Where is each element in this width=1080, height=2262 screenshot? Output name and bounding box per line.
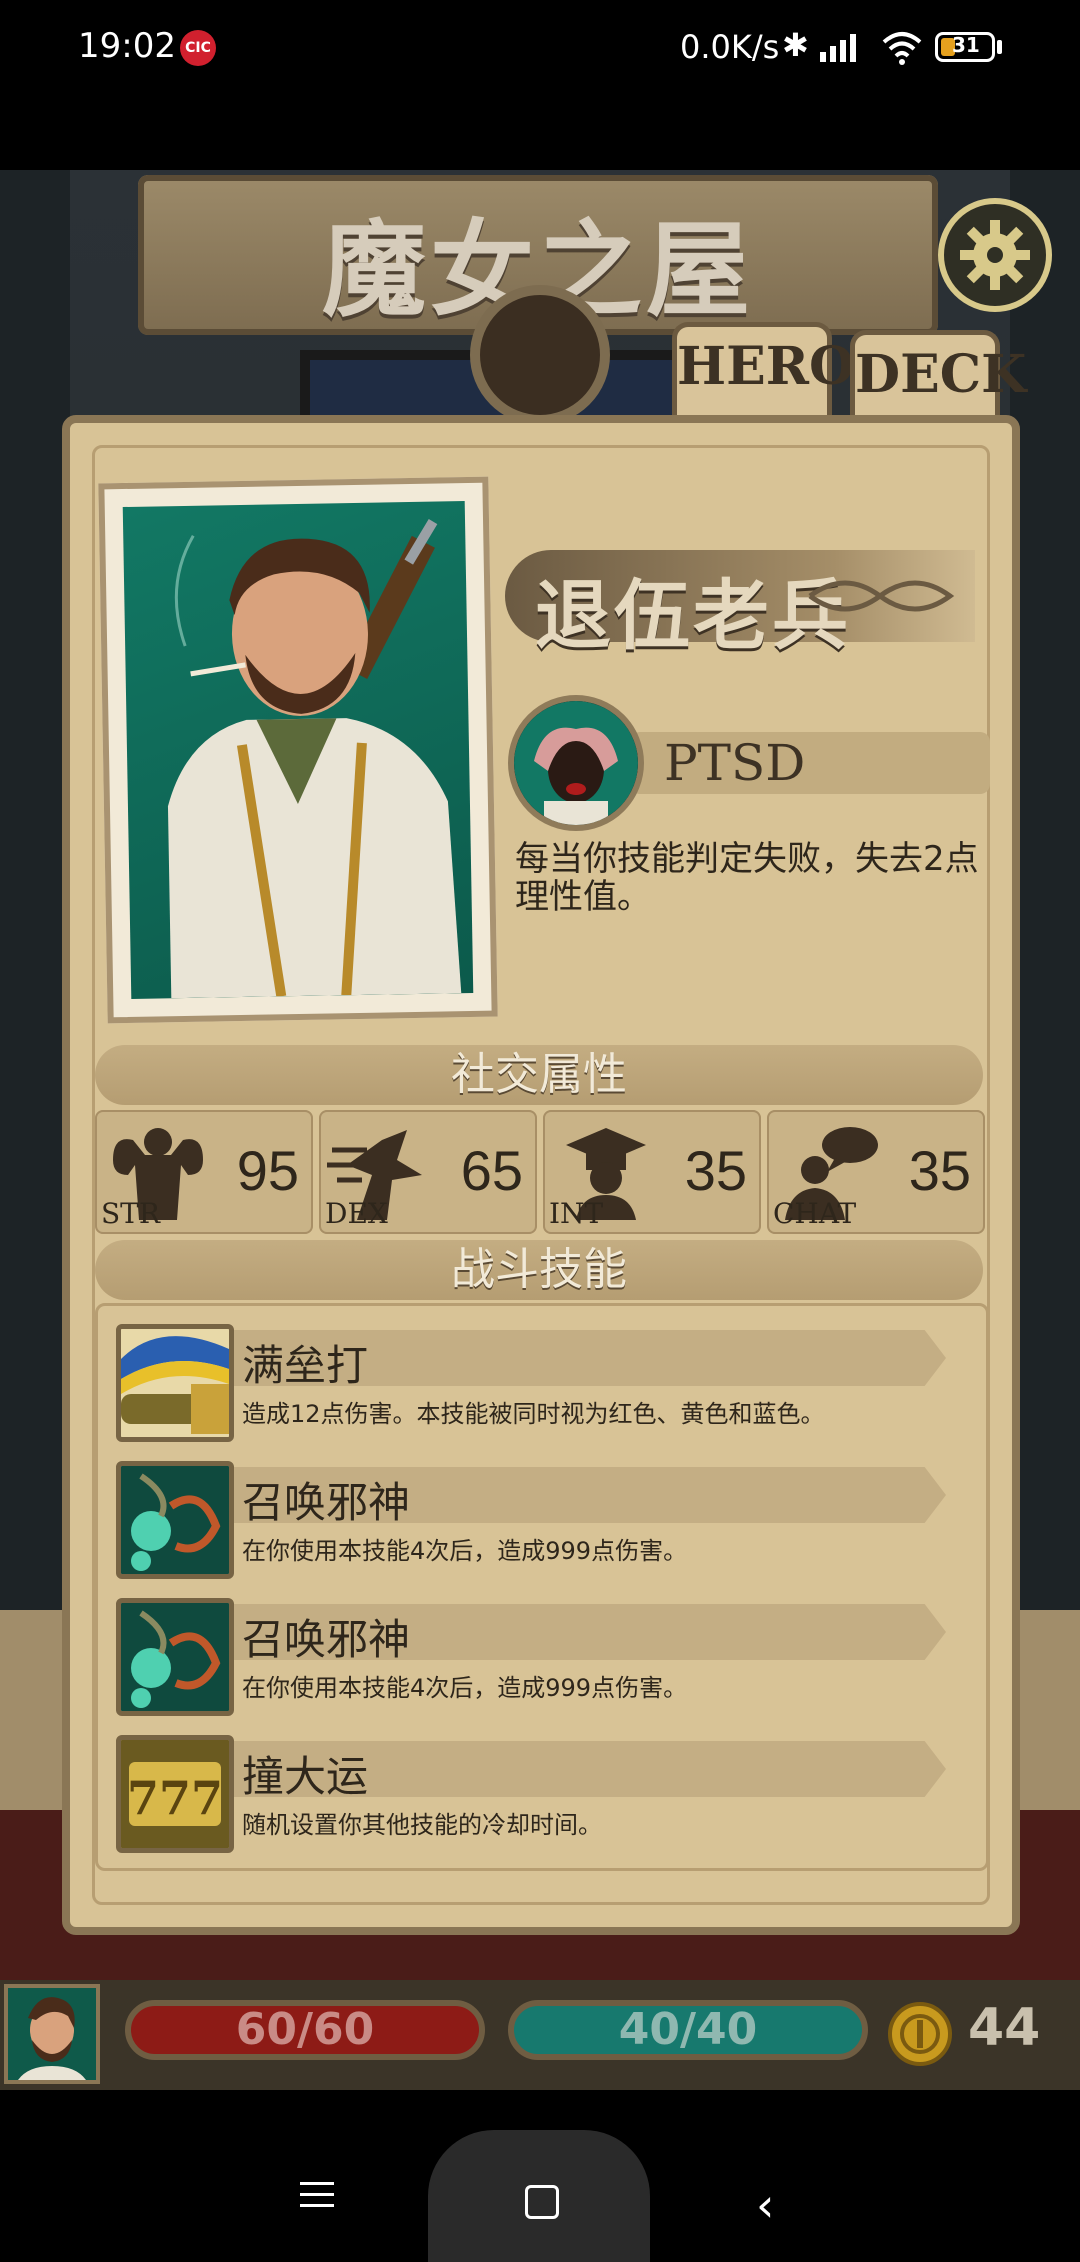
stat-label: INT xyxy=(549,1197,604,1230)
tab-deck[interactable]: DECK xyxy=(850,330,1026,418)
stat-label: STR xyxy=(101,1197,160,1230)
settings-button[interactable] xyxy=(938,198,1052,312)
clock: 19:02 xyxy=(78,26,176,66)
hero-name: 退伍老兵 xyxy=(535,571,851,660)
trait-description: 每当你技能判定失败，失去2点理性值。 xyxy=(515,839,979,917)
stat-label: CHAT xyxy=(773,1197,857,1230)
system-nav-bar: ‹ xyxy=(0,2090,1080,2262)
slot-machine-icon: 777 xyxy=(116,1735,234,1853)
trait-bar: PTSD xyxy=(630,732,990,794)
health-bar: 60/60 xyxy=(125,2000,485,2060)
sanity-bar: 40/40 xyxy=(508,2000,868,2060)
notification-badge-icon: CIC xyxy=(180,30,216,66)
skill-name: 召唤邪神 xyxy=(242,1615,411,1664)
skill-item[interactable]: 777 撞大运 随机设置你其他技能的冷却时间。 xyxy=(116,1735,966,1855)
plank-medallion xyxy=(470,285,610,425)
combat-skills-header: 战斗技能 xyxy=(95,1240,983,1300)
wifi-icon xyxy=(882,32,922,65)
stat-int[interactable]: 35 INT xyxy=(543,1110,761,1234)
battery-icon: 31 xyxy=(935,32,995,62)
stat-value: 95 xyxy=(236,1139,299,1202)
gear-icon xyxy=(960,220,1030,290)
recent-apps-button[interactable] xyxy=(300,2182,334,2215)
hero-portrait xyxy=(98,476,498,1024)
skill-name: 撞大运 xyxy=(242,1752,369,1801)
status-hud: 60/60 40/40 44 xyxy=(0,1980,1080,2090)
ptsd-trait-icon[interactable] xyxy=(508,695,644,831)
skill-description: 在你使用本技能4次后，造成999点伤害。 xyxy=(242,1674,688,1702)
home-icon xyxy=(525,2185,559,2219)
gold-count: 44 xyxy=(968,1998,1041,2058)
summon-icon xyxy=(116,1461,234,1579)
skill-description: 在你使用本技能4次后，造成999点伤害。 xyxy=(242,1537,688,1565)
hero-avatar[interactable] xyxy=(4,1984,100,2084)
stat-label: DEX xyxy=(325,1197,388,1230)
cell-signal-icon xyxy=(820,34,856,62)
skill-item[interactable]: 召唤邪神 在你使用本技能4次后，造成999点伤害。 xyxy=(116,1461,966,1581)
social-attributes-header: 社交属性 xyxy=(95,1045,983,1105)
skill-description: 造成12点伤害。本技能被同时视为红色、黄色和蓝色。 xyxy=(242,1400,825,1428)
summon-icon xyxy=(116,1598,234,1716)
veteran-portrait-art xyxy=(167,519,462,999)
skill-item[interactable]: 满垒打 造成12点伤害。本技能被同时视为红色、黄色和蓝色。 xyxy=(116,1324,966,1444)
status-bar: 19:02 CIC 0.0K/s ✱ 31 xyxy=(0,0,1080,100)
stat-chat[interactable]: 35 CHAT xyxy=(767,1110,985,1234)
skill-description: 随机设置你其他技能的冷却时间。 xyxy=(242,1811,602,1839)
skill-name: 满垒打 xyxy=(242,1341,369,1390)
stat-str[interactable]: 95 STR xyxy=(95,1110,313,1234)
back-button[interactable]: ‹ xyxy=(756,2178,774,2232)
skill-item[interactable]: 召唤邪神 在你使用本技能4次后，造成999点伤害。 xyxy=(116,1598,966,1718)
coin-icon xyxy=(888,2002,952,2066)
stat-value: 65 xyxy=(460,1139,523,1202)
stat-value: 35 xyxy=(684,1139,747,1202)
battery-level: 31 xyxy=(952,33,980,57)
network-speed: 0.0K/s xyxy=(680,28,780,66)
bat-icon xyxy=(116,1324,234,1442)
flourish-icon xyxy=(808,580,955,612)
trait-name: PTSD xyxy=(664,734,806,792)
tab-hero[interactable]: HERO xyxy=(672,322,854,422)
stat-value: 35 xyxy=(908,1139,971,1202)
svg-text:777: 777 xyxy=(127,1771,223,1825)
hero-name-ribbon: 退伍老兵 xyxy=(505,550,975,660)
skill-name: 召唤邪神 xyxy=(242,1478,411,1527)
skills-list: 满垒打 造成12点伤害。本技能被同时视为红色、黄色和蓝色。 召唤邪神 在你使用本… xyxy=(95,1303,989,1871)
stat-dex[interactable]: 65 DEX xyxy=(319,1110,537,1234)
bluetooth-icon: ✱ xyxy=(782,26,809,64)
